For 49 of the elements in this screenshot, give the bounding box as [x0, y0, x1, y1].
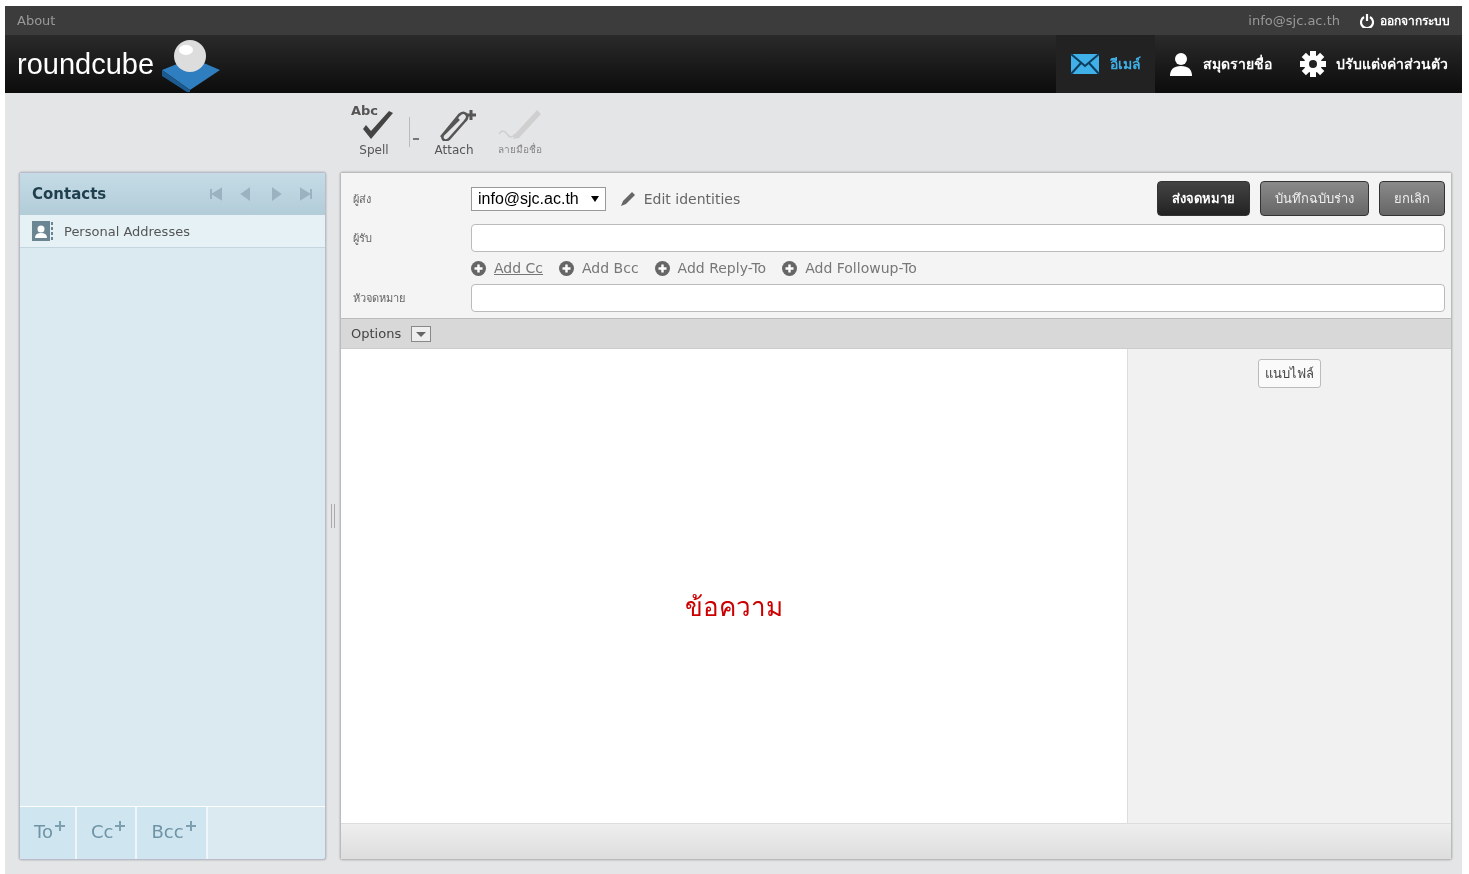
panel-title: Contacts	[32, 185, 107, 203]
plus-circle-icon	[654, 260, 670, 276]
last-page-icon[interactable]	[299, 187, 313, 201]
add-header-link[interactable]: Add Reply-To	[654, 260, 767, 276]
attach-file-button[interactable]: แนบไฟล์	[1258, 359, 1321, 388]
edit-identities-link[interactable]: Edit identities	[619, 190, 741, 207]
field-label: ผู้ส่ง	[353, 191, 372, 208]
toolbar-button[interactable]: Abc Spell	[343, 106, 405, 157]
sender-select[interactable]: info@sjc.ac.th	[471, 186, 606, 211]
action-button[interactable]: ยกเลิก	[1379, 181, 1445, 216]
nav-tab[interactable]: ปรับแต่งค่าส่วนตัว	[1286, 35, 1462, 93]
action-button[interactable]: บันทึกฉบับร่าง	[1260, 181, 1369, 216]
field-label: ผู้รับ	[353, 231, 373, 247]
previous-page-icon[interactable]	[239, 187, 253, 201]
address-book-icon	[32, 221, 54, 241]
field-label: หัวจดหมาย	[353, 291, 406, 307]
subject-field[interactable]	[471, 284, 1445, 312]
person-icon	[1169, 52, 1193, 76]
add-header-link[interactable]: Add Followup-To	[782, 260, 917, 276]
power-icon	[1360, 13, 1374, 28]
message-editor[interactable]: ข้อความ	[341, 349, 1127, 823]
dropdown-caret-icon[interactable]	[409, 116, 419, 147]
options-toggle[interactable]: Options	[351, 325, 432, 342]
next-page-icon[interactable]	[269, 187, 283, 201]
toolbar-button[interactable]: Attach	[423, 106, 485, 157]
add-header-link[interactable]: Add Bcc	[559, 260, 639, 276]
recipient-field[interactable]	[471, 224, 1445, 252]
logout-link[interactable]: ออกจากระบบ	[1360, 11, 1450, 30]
nav-tab[interactable]: อีเมล์	[1056, 35, 1155, 93]
plus-circle-icon	[559, 260, 575, 276]
dropdown-toggle-icon	[411, 325, 432, 342]
logo-text: roundcube	[17, 47, 155, 81]
plus-icon	[54, 821, 65, 831]
address-book-item[interactable]: Personal Addresses	[20, 215, 325, 248]
plus-icon	[185, 821, 196, 831]
add-header-link[interactable]: Add Cc	[471, 260, 544, 276]
plus-icon	[115, 821, 126, 831]
user-email: info@sjc.ac.th	[1248, 13, 1340, 28]
first-page-icon[interactable]	[209, 187, 223, 201]
plus-circle-icon	[782, 260, 798, 276]
envelope-icon	[1070, 53, 1100, 75]
dropdown-arrow-icon	[590, 195, 599, 202]
send-button[interactable]: ส่งจดหมาย	[1157, 181, 1250, 216]
gear-icon	[1300, 51, 1326, 77]
nav-tab[interactable]: สมุดรายชื่อ	[1155, 35, 1286, 93]
about-link[interactable]: About	[17, 13, 56, 28]
plus-circle-icon	[471, 260, 486, 276]
message-body-text: ข้อความ	[685, 590, 783, 624]
pencil-icon	[619, 190, 636, 207]
